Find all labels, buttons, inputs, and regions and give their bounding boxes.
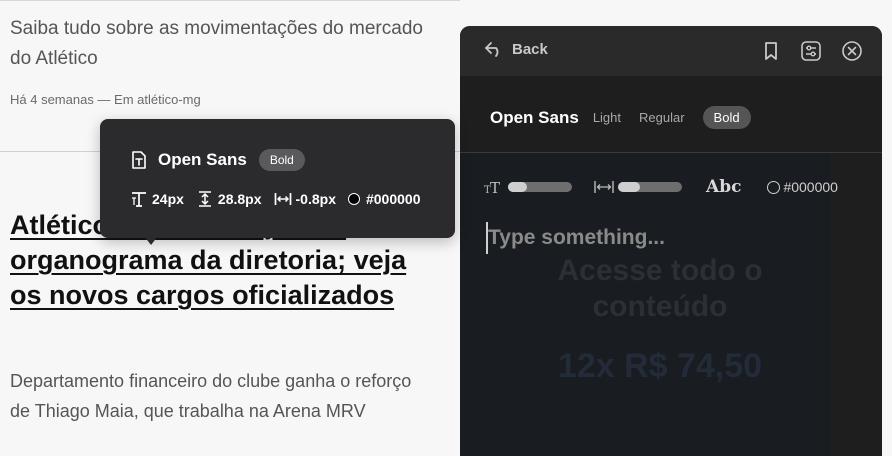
font-size-icon (132, 192, 146, 207)
settings-sliders-icon[interactable] (800, 40, 822, 62)
panel-header: Back (460, 26, 882, 76)
weight-option-bold[interactable]: Bold (702, 106, 751, 129)
font-file-icon (132, 151, 146, 169)
line-height-icon (198, 191, 211, 207)
font-size-icon: T T (484, 179, 500, 195)
panel-divider (460, 152, 882, 153)
tooltip-color: #000000 (347, 191, 421, 207)
top-divider (0, 0, 460, 1)
sample-text-input[interactable] (486, 222, 850, 254)
svg-text:T: T (490, 179, 500, 195)
type-controls: T T Abc #000000 (484, 176, 874, 198)
backdrop-text: Acesse todo o conteúdo (557, 254, 763, 323)
back-arrow-icon (485, 42, 499, 57)
tooltip-weight-badge: Bold (258, 149, 305, 171)
tooltip-metrics-row: 24px 28.8px -0.8px #000000 (130, 190, 421, 208)
letter-spacing-icon (594, 181, 614, 193)
backdrop-price: 12x R$ 74,50 (557, 347, 763, 385)
back-button[interactable]: Back (484, 40, 548, 58)
letter-spacing-slider[interactable] (618, 182, 682, 192)
tooltip-color-value: #000000 (365, 191, 421, 207)
close-icon[interactable] (841, 40, 863, 62)
font-inspector-panel: Acesse todo o conteúdo 12x R$ 74,50 Back… (460, 26, 882, 456)
article-meta: Há 4 semanas — Em atlético-mg (10, 92, 201, 107)
blurred-page-backdrop: Acesse todo o conteúdo 12x R$ 74,50 (460, 153, 830, 456)
text-color-picker[interactable]: #000000 (767, 179, 838, 195)
color-dot-icon (347, 193, 360, 205)
article-summary-bottom: Departamento financeiro do clube ganha o… (10, 371, 412, 421)
back-label: Back (512, 40, 548, 58)
tooltip-line-height-value: 28.8px (217, 191, 262, 207)
bookmark-icon[interactable] (760, 40, 782, 62)
weight-option-light[interactable]: Light (593, 110, 621, 125)
tooltip-line-height: 28.8px (196, 190, 262, 208)
tooltip-font-name: Open Sans (158, 150, 247, 169)
tooltip-arrow (144, 236, 158, 245)
tooltip-font-row: Open Sans Bold (130, 149, 305, 171)
tooltip-letter-spacing-value: -0.8px (295, 191, 336, 207)
letter-spacing-icon (274, 193, 291, 205)
font-family-name: Open Sans (490, 107, 579, 127)
tooltip-font-size-value: 24px (152, 191, 184, 207)
font-size-slider-fill (508, 182, 528, 192)
tooltip-letter-spacing: -0.8px (274, 191, 336, 207)
font-weight-selector: Open Sans Light Regular Bold (490, 106, 751, 129)
text-color-value: #000000 (783, 179, 838, 195)
weight-option-regular[interactable]: Regular (639, 110, 685, 125)
color-swatch-icon (767, 180, 781, 194)
font-size-slider[interactable] (508, 182, 572, 192)
tooltip-font-size: 24px (130, 190, 184, 208)
font-info-tooltip: Open Sans Bold 24px 28.8px -0.8px #00000… (100, 119, 455, 238)
letter-spacing-slider-fill (618, 182, 641, 192)
font-sample-preview[interactable]: Abc (706, 177, 741, 197)
article-summary-top: Saiba tudo sobre as movimentações do mer… (10, 18, 423, 69)
